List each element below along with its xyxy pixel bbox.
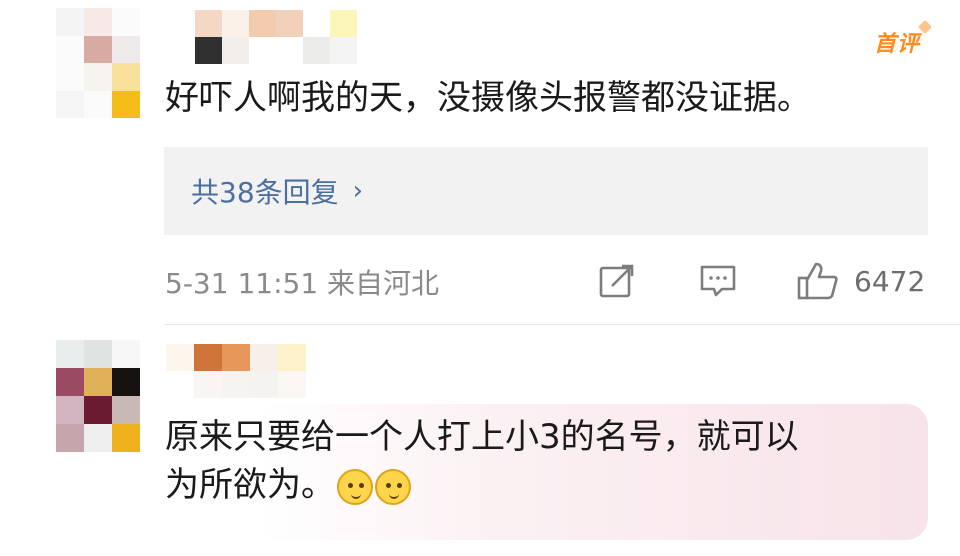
mosaic-tile	[195, 10, 222, 37]
mosaic-tile	[56, 63, 84, 91]
mosaic-tile	[250, 371, 278, 398]
mosaic-tile	[330, 37, 357, 64]
mosaic-tile	[84, 90, 112, 118]
comment-icon[interactable]	[698, 258, 738, 304]
mosaic-tile	[112, 424, 140, 452]
mosaic-tile	[222, 37, 249, 64]
comment-text: 好吓人啊我的天，没摄像头报警都没证据。	[165, 78, 811, 118]
mosaic-tile	[166, 344, 194, 371]
comment-text-line: 原来只要给一个人打上小3的名号，就可以	[165, 417, 799, 457]
username-blurred[interactable]	[166, 344, 336, 402]
comment-text-line: 为所欲为。	[165, 461, 925, 509]
mosaic-tile	[306, 371, 334, 398]
mosaic-tile	[306, 344, 334, 371]
mosaic-tile	[84, 424, 112, 452]
mosaic-tile	[303, 10, 330, 37]
mosaic-tile	[222, 10, 249, 37]
mosaic-tile	[222, 344, 250, 371]
mosaic-tile	[56, 340, 84, 368]
comment-text: 原来只要给一个人打上小3的名号，就可以 为所欲为。	[165, 413, 925, 509]
avatar[interactable]	[56, 340, 140, 452]
mosaic-tile	[278, 344, 306, 371]
mosaic-tile	[56, 90, 84, 118]
mosaic-tile	[249, 37, 276, 64]
mosaic-tile	[112, 8, 140, 36]
like-count: 6472	[854, 264, 926, 298]
chevron-right-icon: ›	[352, 176, 364, 206]
mosaic-tile	[84, 340, 112, 368]
mosaic-tile	[112, 340, 140, 368]
username-blurred[interactable]	[168, 10, 357, 70]
thumbs-up-icon	[797, 262, 838, 300]
replies-count-label: 共38条回复	[191, 176, 339, 209]
mosaic-tile	[278, 371, 306, 398]
thinking-face-emoji-icon	[375, 468, 411, 505]
mosaic-tile	[56, 368, 84, 396]
mosaic-tile	[112, 396, 140, 424]
comment-meta: 5-31 11:51 来自河北	[165, 267, 440, 300]
mosaic-tile	[276, 37, 303, 64]
mosaic-tile	[222, 371, 250, 398]
mosaic-tile	[194, 371, 222, 398]
share-icon[interactable]	[598, 258, 638, 304]
mosaic-tile	[249, 10, 276, 37]
mosaic-tile	[112, 63, 140, 91]
mosaic-tile	[56, 8, 84, 36]
mosaic-tile	[84, 396, 112, 424]
mosaic-tile	[303, 37, 330, 64]
mosaic-tile	[84, 8, 112, 36]
mosaic-tile	[168, 37, 195, 64]
mosaic-tile	[168, 10, 195, 37]
mosaic-tile	[250, 344, 278, 371]
avatar[interactable]	[56, 8, 140, 118]
mosaic-tile	[276, 10, 303, 37]
mosaic-tile	[56, 396, 84, 424]
mosaic-tile	[56, 424, 84, 452]
divider	[164, 324, 960, 325]
comment-text-span: 为所欲为。	[165, 465, 335, 505]
mosaic-tile	[84, 63, 112, 91]
view-replies-button[interactable]: 共38条回复 ›	[164, 147, 928, 235]
mosaic-tile	[195, 37, 222, 64]
mosaic-tile	[194, 344, 222, 371]
mosaic-tile	[330, 10, 357, 37]
mosaic-tile	[56, 35, 84, 63]
mosaic-tile	[84, 368, 112, 396]
mosaic-tile	[112, 35, 140, 63]
mosaic-tile	[84, 35, 112, 63]
like-button[interactable]: 6472	[796, 258, 925, 304]
mosaic-tile	[166, 371, 194, 398]
thinking-face-emoji-icon	[337, 468, 373, 505]
first-comment-badge: 首评	[874, 26, 920, 58]
mosaic-tile	[112, 368, 140, 396]
mosaic-tile	[112, 90, 140, 118]
